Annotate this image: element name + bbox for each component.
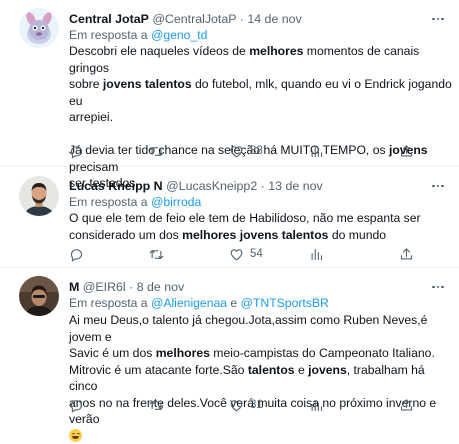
tweet-date[interactable]: · 13 de nov [261, 179, 323, 193]
text-segment: O que ele tem de feio ele tem de Habilid… [69, 211, 421, 225]
share-button[interactable] [399, 142, 414, 160]
text-segment: meio-campistas do Campeonato Italiano. [210, 346, 435, 360]
tweet-3[interactable]: M @EIR6l · 8 de nov Em resposta a @Alien… [0, 268, 459, 415]
text-line: considerado um dos melhores jovens talen… [69, 227, 453, 244]
text-segment: Savic é um dos [69, 346, 156, 360]
heart-icon [229, 398, 244, 413]
reply-icon [69, 398, 84, 413]
text-segment: Ai meu Deus,o talento já chegou.Jota,ass… [69, 313, 427, 344]
views-icon [309, 398, 324, 413]
avatar[interactable] [19, 176, 59, 216]
views-icon [309, 247, 324, 262]
reply-to-link[interactable]: @geno_td [151, 28, 207, 42]
share-button[interactable] [399, 396, 414, 414]
share-icon [399, 247, 414, 262]
blank-line [69, 126, 453, 143]
text-line: O que ele tem de feio ele tem de Habilid… [69, 210, 453, 227]
retweet-icon [149, 247, 164, 262]
tweet-text: Ai meu Deus,o talento já chegou.Jota,ass… [69, 312, 453, 444]
author-handle[interactable]: @CentralJotaP [152, 12, 236, 26]
text-line: arrepiei. [69, 109, 453, 126]
tweet-date[interactable]: · 8 de nov [129, 280, 184, 294]
text-line: Savic é um dos melhores meio-campistas d… [69, 345, 453, 362]
avatar[interactable] [19, 276, 59, 316]
reply-to-link[interactable]: @birroda [151, 195, 201, 209]
views-icon [309, 144, 324, 159]
more-icon[interactable] [429, 178, 447, 194]
reply-to-link[interactable]: @Alienigenaa [151, 296, 227, 310]
reply-button[interactable] [69, 245, 90, 263]
highlighted-term: melhores jovens talentos [182, 228, 328, 242]
highlighted-term: jovens talentos [103, 77, 192, 91]
text-segment: e [295, 363, 309, 377]
heart-icon [229, 247, 244, 262]
reply-context: Em resposta a @Alienigenaa e @TNTSportsB… [69, 295, 329, 311]
author-name[interactable]: M [69, 280, 79, 294]
tweet-header: Central JotaP @CentralJotaP · 14 de nov [69, 11, 302, 27]
like-count: 88 [250, 145, 263, 157]
reply-separator: e [227, 296, 241, 310]
reply-button[interactable] [69, 142, 90, 160]
highlighted-term: melhores [156, 346, 210, 360]
avatar[interactable] [19, 8, 59, 48]
retweet-icon [149, 144, 164, 159]
highlighted-term: jovens [308, 363, 347, 377]
reply-to-link-2[interactable]: @TNTSportsBR [241, 296, 329, 310]
text-segment: considerado um dos [69, 228, 182, 242]
retweet-icon [149, 398, 164, 413]
text-line: sobre jovens talentos do futebol, mlk, q… [69, 76, 453, 109]
reply-icon [69, 144, 84, 159]
tweet-1[interactable]: Central JotaP @CentralJotaP · 14 de nov … [0, 0, 459, 167]
retweet-button[interactable] [149, 396, 170, 414]
text-segment: Mitrovic é um atacante forte.São [69, 363, 248, 377]
reply-icon [69, 247, 84, 262]
tweet-2[interactable]: Lucas Kneipp N @LucasKneipp2 · 13 de nov… [0, 167, 459, 268]
more-icon[interactable] [429, 279, 447, 295]
reply-prefix: Em resposta a [69, 28, 148, 42]
text-segment: do mundo [328, 228, 386, 242]
text-line: Mitrovic é um atacante forte.São talento… [69, 362, 453, 395]
highlighted-term: melhores [249, 44, 303, 58]
tweet-actions: 88 [69, 142, 449, 160]
tweet-header: M @EIR6l · 8 de nov [69, 279, 184, 295]
share-icon [399, 144, 414, 159]
author-handle[interactable]: @EIR6l [83, 280, 126, 294]
views-button[interactable] [309, 396, 324, 414]
reply-button[interactable] [69, 396, 90, 414]
tweet-actions: 54 [69, 245, 449, 263]
views-button[interactable] [309, 142, 324, 160]
text-line: Descobri ele naqueles vídeos de melhores… [69, 43, 453, 76]
tweet-date[interactable]: · 14 de nov [240, 12, 302, 26]
more-icon[interactable] [429, 11, 447, 27]
tweet-header: Lucas Kneipp N @LucasKneipp2 · 13 de nov [69, 178, 323, 194]
heart-icon [229, 144, 244, 159]
author-name[interactable]: Lucas Kneipp N [69, 179, 163, 193]
retweet-button[interactable] [149, 245, 170, 263]
tweet-actions: 31 [69, 396, 449, 414]
share-icon [399, 398, 414, 413]
share-button[interactable] [399, 245, 414, 263]
like-button[interactable]: 88 [229, 142, 263, 160]
reply-context: Em resposta a @geno_td [69, 27, 207, 43]
text-segment: Descobri ele naqueles vídeos de [69, 44, 249, 58]
text-segment: sobre [69, 77, 103, 91]
retweet-button[interactable] [149, 142, 170, 160]
like-button[interactable]: 31 [229, 396, 263, 414]
highlighted-term: talentos [248, 363, 295, 377]
text-segment: arrepiei. [69, 110, 113, 124]
reply-prefix: Em resposta a [69, 195, 148, 209]
like-count: 31 [250, 399, 263, 411]
author-handle[interactable]: @LucasKneipp2 [166, 179, 257, 193]
tweet-text: O que ele tem de feio ele tem de Habilid… [69, 210, 453, 243]
reply-prefix: Em resposta a [69, 296, 148, 310]
like-count: 54 [250, 248, 263, 260]
author-name[interactable]: Central JotaP [69, 12, 149, 26]
reply-context: Em resposta a @birroda [69, 194, 201, 210]
laughing-emoji-icon [69, 429, 82, 442]
text-line [69, 428, 453, 444]
like-button[interactable]: 54 [229, 245, 263, 263]
text-line: Ai meu Deus,o talento já chegou.Jota,ass… [69, 312, 453, 345]
views-button[interactable] [309, 245, 324, 263]
